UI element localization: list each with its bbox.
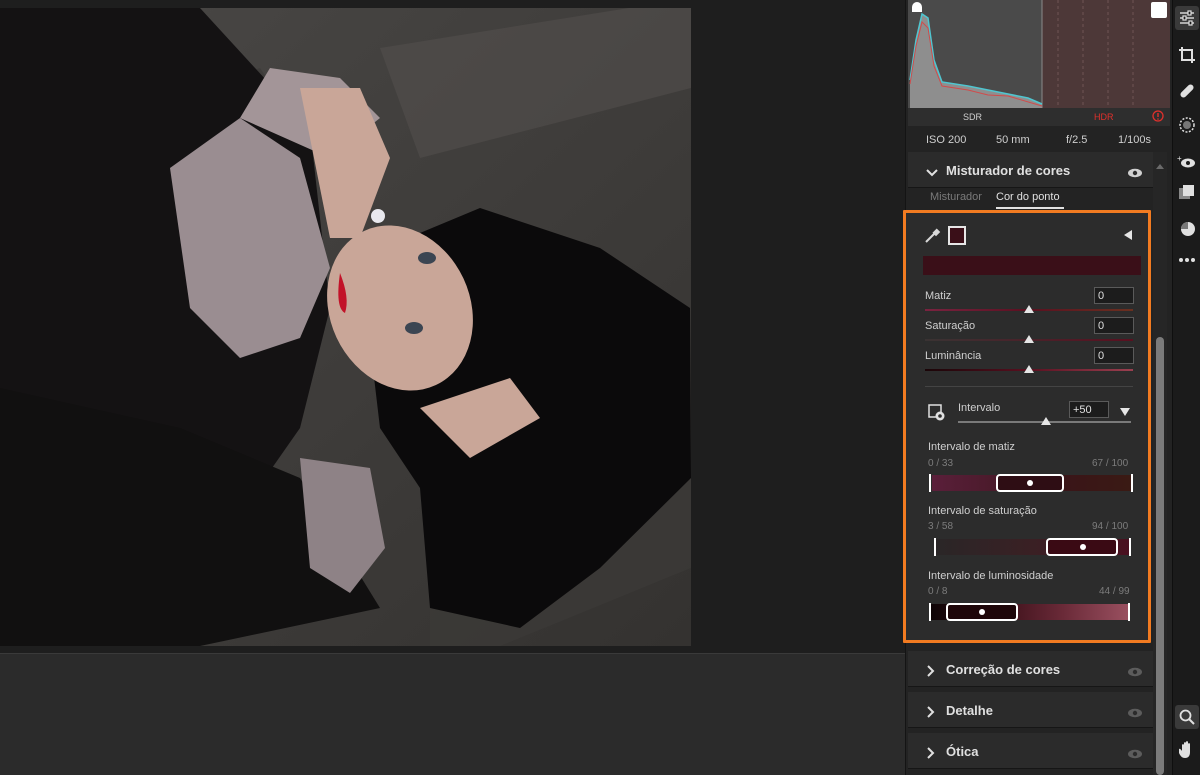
luminance-value-input[interactable]: 0 xyxy=(1094,347,1134,364)
presets-icon[interactable] xyxy=(1175,181,1199,205)
snapshots-icon[interactable] xyxy=(1175,217,1199,241)
section-detail[interactable]: Detalhe xyxy=(908,692,1153,728)
section-optics[interactable]: Ótica xyxy=(908,733,1153,769)
divider xyxy=(925,386,1133,387)
section-title: Correção de cores xyxy=(946,662,1061,677)
section-color-correction[interactable]: Correção de cores xyxy=(908,651,1153,687)
active-tab-indicator xyxy=(996,207,1064,209)
mask-icon[interactable] xyxy=(1175,113,1199,137)
healing-icon[interactable] xyxy=(1175,79,1199,103)
hdr-label: HDR xyxy=(1094,112,1114,122)
hue-range-left-value: 0 / 33 xyxy=(928,458,954,469)
exif-aperture: f/2.5 xyxy=(1066,134,1088,146)
highlight-clip-icon[interactable] xyxy=(1151,2,1167,18)
lum-range-min-handle[interactable] xyxy=(929,603,931,621)
chevron-right-icon xyxy=(926,705,936,723)
scrollbar-thumb[interactable] xyxy=(1156,337,1164,775)
exif-focal: 50 mm xyxy=(996,134,1030,146)
lum-range-max-handle[interactable] xyxy=(1128,603,1130,621)
section-title: Detalhe xyxy=(946,703,993,718)
histogram-labels: SDR HDR xyxy=(908,108,1170,126)
sat-range-max-handle[interactable] xyxy=(1129,538,1131,556)
color-mixer-header[interactable]: Misturador de cores xyxy=(908,152,1153,188)
range-label: Intervalo xyxy=(958,402,1001,414)
lum-range-right-value: 44 / 99 xyxy=(1099,586,1130,597)
sat-range-center-handle[interactable] xyxy=(1080,544,1086,550)
zoom-icon[interactable] xyxy=(1175,705,1199,729)
saturation-slider-thumb[interactable] xyxy=(1024,335,1034,343)
range-slider-thumb[interactable] xyxy=(1041,417,1051,425)
lum-range-center-handle[interactable] xyxy=(979,609,985,615)
sat-range-label: Intervalo de saturação xyxy=(928,505,1037,517)
sat-range-min-handle[interactable] xyxy=(934,538,936,556)
eye-icon[interactable] xyxy=(1127,165,1143,183)
scroll-up-icon[interactable] xyxy=(1156,156,1164,174)
hue-range-center-handle[interactable] xyxy=(1027,480,1033,486)
hue-range-max-handle[interactable] xyxy=(1131,474,1133,492)
red-eye-icon[interactable]: + xyxy=(1175,150,1199,174)
svg-text:+: + xyxy=(1177,155,1182,163)
eye-icon[interactable] xyxy=(1127,664,1143,682)
chevron-down-icon xyxy=(926,165,938,183)
histogram-graph xyxy=(909,0,1134,108)
hue-range-right-value: 67 / 100 xyxy=(1092,458,1129,469)
saturation-label: Saturação xyxy=(925,320,976,332)
point-color-panel: Matiz 0 Saturação 0 Luminância 0 Interva… xyxy=(903,210,1151,643)
luminance-slider-thumb[interactable] xyxy=(1024,365,1034,373)
lum-range-label: Intervalo de luminosidade xyxy=(928,570,1054,582)
warning-icon[interactable] xyxy=(1152,110,1164,124)
shadow-clip-icon[interactable] xyxy=(912,2,922,12)
app-window: SDR HDR ISO 200 50 mm f/2.5 1/100s Mistu… xyxy=(0,0,1200,775)
sliders-icon[interactable] xyxy=(1175,6,1199,30)
more-icon[interactable] xyxy=(1175,248,1199,272)
exif-shutter: 1/100s xyxy=(1118,134,1152,146)
chevron-right-icon xyxy=(926,664,936,682)
hue-range-min-handle[interactable] xyxy=(929,474,931,492)
sat-range-right-value: 94 / 100 xyxy=(1092,521,1129,532)
chevron-right-icon xyxy=(926,746,936,764)
collapse-triangle-icon[interactable] xyxy=(1123,228,1133,246)
sdr-label: SDR xyxy=(963,112,983,122)
sample-color-bar xyxy=(923,256,1141,275)
tab-point-color[interactable]: Cor do ponto xyxy=(996,191,1060,203)
histogram: SDR HDR xyxy=(908,0,1170,126)
sat-range-left-value: 3 / 58 xyxy=(928,521,954,532)
eyedropper-icon[interactable] xyxy=(923,227,941,250)
color-mixer-tabs: Misturador Cor do ponto xyxy=(908,184,1153,210)
sample-swatch[interactable] xyxy=(948,226,966,245)
eye-icon[interactable] xyxy=(1127,705,1143,723)
section-title: Ótica xyxy=(946,744,979,759)
tool-strip: + xyxy=(1172,0,1200,775)
crop-icon[interactable] xyxy=(1175,43,1199,67)
hue-label: Matiz xyxy=(925,290,952,302)
hand-icon[interactable] xyxy=(1175,738,1199,762)
saturation-value-input[interactable]: 0 xyxy=(1094,317,1134,334)
hue-slider-thumb[interactable] xyxy=(1024,305,1034,313)
exif-iso: ISO 200 xyxy=(926,134,967,146)
range-value-input[interactable]: +50 xyxy=(1069,401,1109,418)
image-canvas[interactable] xyxy=(0,0,905,775)
eye-icon[interactable] xyxy=(1127,746,1143,764)
hue-range-label: Intervalo de matiz xyxy=(928,441,1015,453)
color-mixer-title: Misturador de cores xyxy=(946,163,1071,178)
photo xyxy=(0,8,691,646)
range-dropdown-icon[interactable] xyxy=(1119,404,1131,422)
luminance-label: Luminância xyxy=(925,350,982,362)
tab-mixer[interactable]: Misturador xyxy=(930,191,982,203)
lum-range-left-value: 0 / 8 xyxy=(928,586,948,597)
exif-info: ISO 200 50 mm f/2.5 1/100s xyxy=(908,128,1170,152)
hue-value-input[interactable]: 0 xyxy=(1094,287,1134,304)
canvas-footer xyxy=(0,653,905,775)
range-mask-icon[interactable] xyxy=(928,404,946,427)
panel-scrollbar[interactable] xyxy=(1153,152,1167,775)
